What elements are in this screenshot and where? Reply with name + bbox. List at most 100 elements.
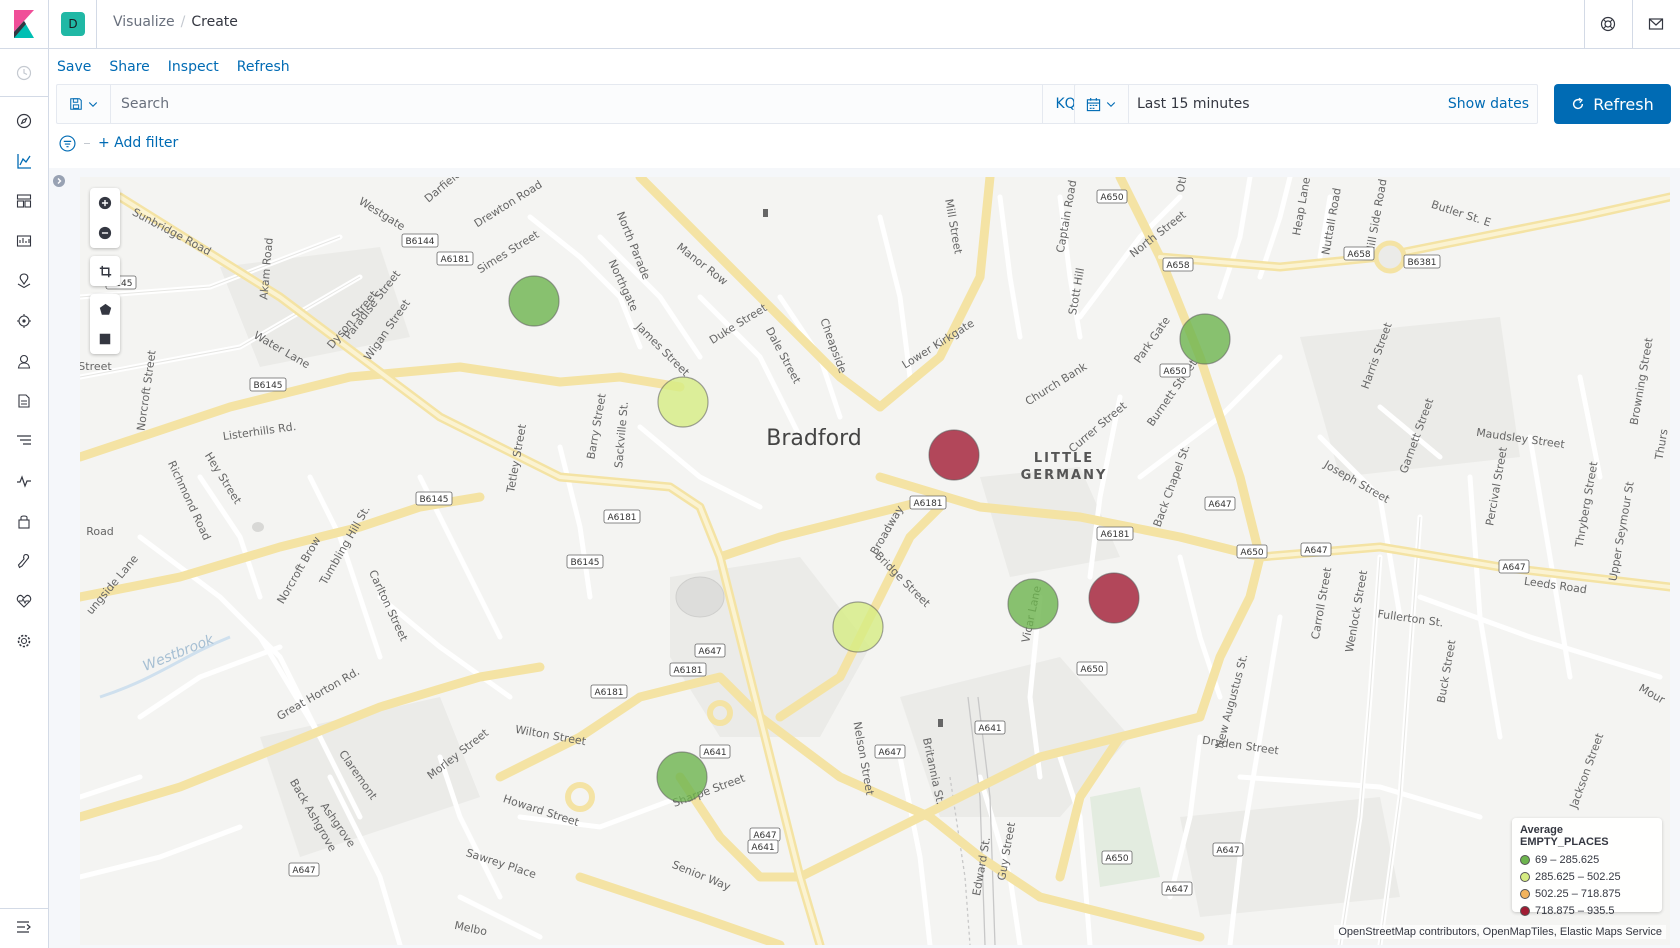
road-shield-label: A6181 (607, 513, 636, 523)
save-button[interactable]: Save (57, 59, 91, 75)
recently-viewed-icon[interactable] (13, 62, 35, 84)
search-input[interactable] (113, 85, 1013, 123)
apm-icon[interactable] (13, 430, 35, 452)
legend-swatch (1520, 905, 1530, 916)
road-shield-label: B6381 (1407, 258, 1436, 268)
map-data-point[interactable] (1179, 313, 1231, 365)
zoom-out-icon[interactable] (90, 218, 120, 248)
road-shield-label: A6181 (440, 255, 469, 265)
road-shield-label: A647 (292, 866, 315, 876)
discover-icon[interactable] (13, 110, 35, 132)
inspect-button[interactable]: Inspect (168, 59, 219, 75)
refresh-menu-button[interactable]: Refresh (237, 59, 290, 75)
breadcrumb: Visualize / Create (113, 14, 238, 30)
collapse-sidebar-icon[interactable] (52, 173, 66, 187)
siem-icon[interactable] (13, 510, 35, 532)
road-shield-label: A650 (1100, 193, 1124, 203)
road-shield-label: A641 (703, 748, 726, 758)
map-legend: Average EMPTY_PLACES 69 – 285.625 285.62… (1512, 818, 1662, 917)
road-shield-label: A647 (1208, 500, 1231, 510)
top-nav-menu: Save Share Inspect Refresh (57, 59, 290, 75)
filter-bar: + Add filter (58, 134, 178, 152)
street-label: Road (86, 525, 114, 538)
map-data-point[interactable] (656, 751, 708, 803)
kibana-logo-icon[interactable] (12, 10, 36, 38)
road-shield-label: A6181 (1100, 530, 1129, 540)
road-shield-label: A6181 (913, 499, 942, 509)
monitoring-icon[interactable] (13, 590, 35, 612)
breadcrumb-visualize[interactable]: Visualize (113, 14, 175, 30)
legend-swatch (1520, 888, 1530, 899)
visualize-icon[interactable] (13, 150, 35, 172)
filter-options-icon[interactable] (58, 134, 76, 152)
logs-icon[interactable] (13, 390, 35, 412)
help-icon[interactable] (1596, 12, 1620, 36)
road-shield-label: B6145 (253, 381, 282, 391)
map-data-point[interactable] (928, 429, 980, 481)
map-data-point[interactable] (1007, 578, 1059, 630)
road-shield-label: A647 (1502, 563, 1525, 573)
map-data-point[interactable] (508, 275, 560, 327)
map-data-point[interactable] (832, 601, 884, 653)
maps-icon[interactable] (13, 270, 35, 292)
date-picker: Last 15 minutes Show dates (1074, 84, 1538, 124)
fit-data-bounds-icon[interactable] (90, 256, 120, 286)
query-bar: KQL (56, 84, 1097, 124)
city-label: Bradford (766, 426, 861, 451)
road-shield-label: A647 (1165, 885, 1188, 895)
road-shield-label: A641 (978, 724, 1001, 734)
legend-item: 502.25 – 718.875 (1520, 885, 1654, 902)
legend-label: 69 – 285.625 (1535, 853, 1600, 866)
share-button[interactable]: Share (109, 59, 149, 75)
dev-tools-icon[interactable] (13, 550, 35, 572)
add-filter-button[interactable]: + Add filter (98, 135, 178, 151)
map-data-point[interactable] (1088, 572, 1140, 624)
breadcrumb-separator: / (180, 14, 186, 30)
road-shield-label: B6145 (570, 558, 599, 568)
road-shield-label: A647 (1216, 846, 1239, 856)
legend-swatch (1520, 871, 1530, 882)
road-shield-label: A647 (753, 831, 776, 841)
time-range-label[interactable]: Last 15 minutes (1137, 96, 1250, 112)
dashboard-icon[interactable] (13, 190, 35, 212)
district-label: LITTLE (1034, 451, 1094, 466)
breadcrumb-create: Create (191, 14, 238, 30)
uptime-icon[interactable] (13, 470, 35, 492)
map-basemap: Bradford LITTLE GERMANY Westbrook Sunbri… (80, 177, 1670, 945)
top-header: D Visualize / Create (49, 0, 1680, 49)
refresh-icon (1573, 97, 1584, 110)
draw-polygon-icon[interactable] (90, 294, 120, 324)
district-label: GERMANY (1021, 468, 1108, 483)
road-shield-label: A658 (1166, 261, 1190, 271)
newsfeed-mail-icon[interactable] (1644, 12, 1668, 36)
legend-item: 285.625 – 502.25 (1520, 868, 1654, 885)
show-dates-link[interactable]: Show dates (1448, 96, 1529, 112)
machine-learning-icon[interactable] (13, 310, 35, 332)
map-data-point[interactable] (657, 376, 709, 428)
road-shield-label: A6181 (673, 666, 702, 676)
legend-swatch (1520, 854, 1530, 865)
calendar-icon (1086, 97, 1101, 111)
filter-divider (84, 142, 90, 144)
road-shield-label: A6181 (594, 688, 623, 698)
collapse-nav-icon[interactable] (13, 916, 35, 938)
canvas-icon[interactable] (13, 230, 35, 252)
saved-queries-button[interactable] (57, 85, 111, 123)
chevron-down-icon (88, 102, 97, 108)
road-shield-label: A647 (1304, 546, 1327, 556)
zoom-in-icon[interactable] (90, 188, 120, 218)
quick-date-menu-button[interactable] (1075, 85, 1129, 123)
draw-rectangle-icon[interactable] (90, 324, 120, 354)
road-shield-label: B6144 (405, 237, 434, 247)
map-canvas[interactable]: Bradford LITTLE GERMANY Westbrook Sunbri… (80, 177, 1670, 945)
road-shield-label: B6145 (419, 495, 448, 505)
infrastructure-icon[interactable] (13, 350, 35, 372)
map-attribution[interactable]: OpenStreetMap contributors, OpenMapTiles… (1334, 925, 1666, 939)
road-shield-label: A650 (1240, 548, 1264, 558)
management-gear-icon[interactable] (13, 630, 35, 652)
save-disk-icon (69, 98, 82, 110)
legend-label: 718.875 – 935.5 (1535, 904, 1615, 917)
space-avatar[interactable]: D (61, 12, 85, 36)
refresh-button[interactable]: Refresh (1554, 84, 1671, 124)
road-shield-label: A647 (698, 647, 721, 657)
